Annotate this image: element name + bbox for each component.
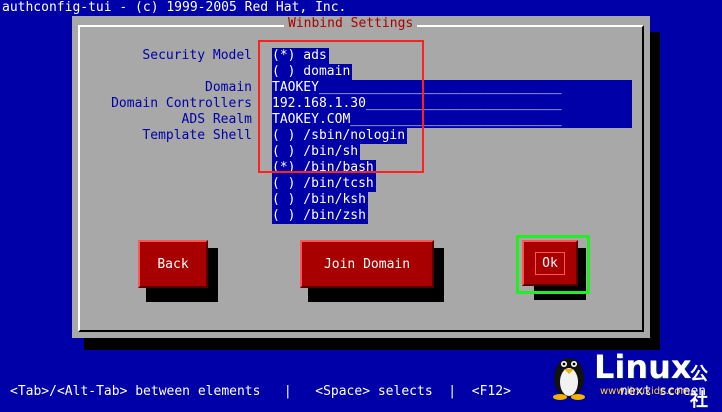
- ads-realm-label: ADS Realm: [181, 112, 252, 127]
- join-domain-button[interactable]: Join Domain: [300, 240, 434, 288]
- dialog-title: Winbind Settings: [284, 16, 418, 32]
- domain-label: Domain: [205, 80, 252, 95]
- red-highlight-box: [258, 40, 424, 173]
- tux-penguin-icon: [553, 358, 585, 400]
- domain-controllers-label: Domain Controllers: [111, 96, 252, 111]
- watermark-brand: Linux: [594, 348, 692, 386]
- security-model-label: Security Model: [142, 48, 252, 63]
- back-button-label: Back: [157, 256, 189, 272]
- join-domain-button-label: Join Domain: [323, 256, 411, 272]
- top-bar: authconfig-tui - (c) 1999-2005 Red Hat, …: [0, 0, 722, 16]
- template-shell-label: Template Shell: [142, 128, 252, 143]
- shell-tcsh-radio[interactable]: ( ) /bin/tcsh: [272, 176, 376, 192]
- watermark-logo: Linux 公社 www.linuxidc.com: [544, 348, 722, 411]
- back-button[interactable]: Back: [138, 240, 208, 288]
- shell-zsh-radio[interactable]: ( ) /bin/zsh: [272, 208, 368, 224]
- watermark-brand-cn: 公社: [690, 364, 708, 411]
- watermark-url: www.linuxidc.com: [600, 386, 691, 397]
- footer-hint: <Tab>/<Alt-Tab> between elements | <Spac…: [10, 384, 511, 399]
- green-highlight-box: [516, 235, 590, 294]
- shell-ksh-radio[interactable]: ( ) /bin/ksh: [272, 192, 368, 208]
- app-header: authconfig-tui - (c) 1999-2005 Red Hat, …: [2, 0, 347, 15]
